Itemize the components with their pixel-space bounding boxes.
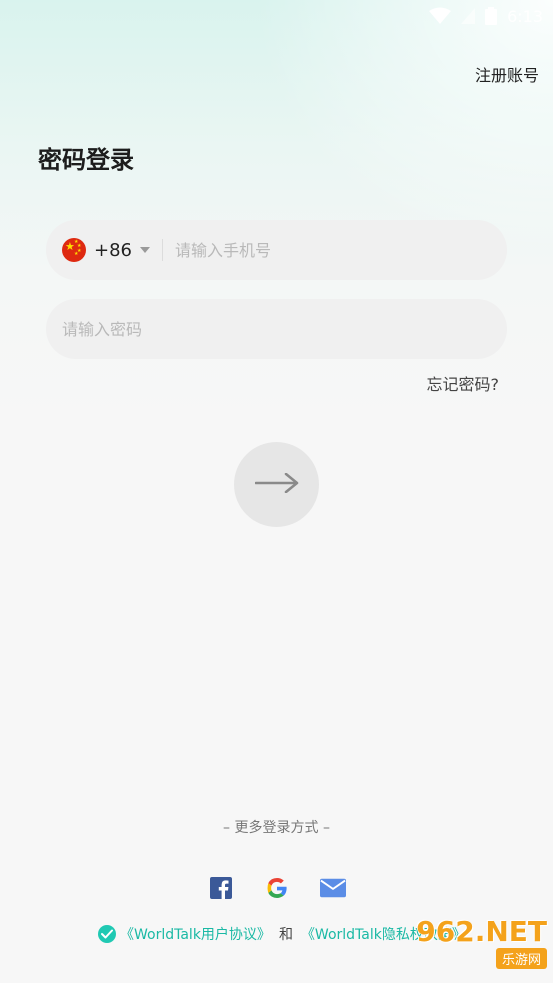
status-bar: 6:13: [0, 0, 553, 32]
watermark-logo: 962.NET 乐游网: [407, 909, 547, 977]
arrow-right-icon: [254, 472, 299, 497]
user-agreement-link[interactable]: 《WorldTalk用户协议》: [120, 924, 271, 944]
status-time: 6:13: [507, 6, 543, 26]
divider: [162, 239, 163, 261]
facebook-icon[interactable]: [208, 875, 234, 901]
battery-icon: [485, 7, 498, 25]
china-flag-icon[interactable]: ★ ★ ★ ★ ★: [62, 238, 86, 262]
password-field: [46, 299, 507, 359]
page-title: 密码登录: [38, 146, 134, 174]
phone-input[interactable]: [175, 240, 507, 260]
signal-icon: [461, 8, 476, 24]
check-icon[interactable]: [98, 925, 116, 943]
country-code[interactable]: +86: [94, 240, 132, 261]
more-login-methods-label: – 更多登录方式 –: [223, 820, 330, 836]
google-icon[interactable]: [264, 875, 290, 901]
register-account-link[interactable]: 注册账号: [475, 62, 539, 86]
password-input[interactable]: [62, 319, 507, 339]
phone-field: ★ ★ ★ ★ ★ +86: [46, 220, 507, 280]
social-login-row: [0, 875, 553, 901]
forgot-password-link[interactable]: 忘记密码?: [427, 371, 500, 395]
mail-icon[interactable]: [319, 875, 346, 901]
chevron-down-icon[interactable]: [140, 247, 150, 253]
watermark-top: 962.NET: [416, 914, 547, 948]
watermark-bottom: 乐游网: [495, 947, 547, 969]
and-label: 和: [278, 927, 293, 943]
wifi-icon: [429, 7, 452, 25]
login-submit-button[interactable]: [234, 442, 319, 527]
